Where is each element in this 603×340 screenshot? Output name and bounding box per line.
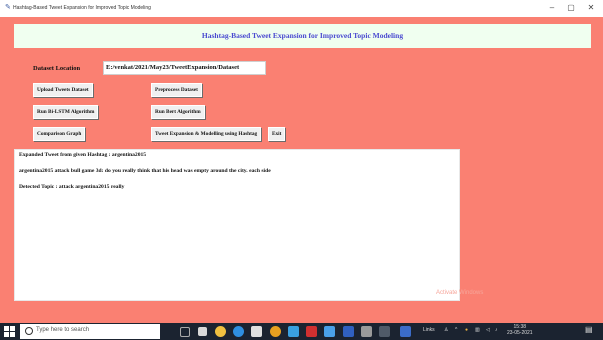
people-icon[interactable]: ♙ [444, 327, 448, 333]
tweet-expansion-button[interactable]: Tweet Expansion & Modelling using Hashta… [151, 127, 262, 141]
windows-start-icon[interactable] [4, 326, 15, 337]
feather-icon: ✎ [5, 4, 11, 11]
output-line-expanded: Expanded Tweet from given Hashtag : arge… [19, 152, 147, 158]
links-toolbar[interactable]: Links [423, 327, 435, 333]
acrobat-icon[interactable] [306, 326, 317, 337]
speaker-icon[interactable]: ♪ [495, 327, 498, 333]
clock-date: 23-05-2021 [507, 330, 533, 336]
mail-icon[interactable] [288, 326, 299, 337]
search-placeholder: Type here to search [36, 327, 90, 333]
maximize-button[interactable]: ▢ [562, 2, 580, 14]
preprocess-button[interactable]: Preprocess Dataset [151, 83, 202, 97]
edge-icon[interactable] [233, 326, 244, 337]
python-icon[interactable] [343, 326, 354, 337]
minimize-button[interactable]: – [543, 2, 561, 14]
activate-windows-watermark: Activate Windows [436, 290, 484, 296]
search-icon [25, 327, 33, 335]
store-icon[interactable] [251, 326, 262, 337]
terminal-icon[interactable] [379, 326, 390, 337]
close-button[interactable]: ✕ [582, 2, 600, 14]
dataset-location-label: Dataset Location [33, 62, 81, 75]
window-title: Hashtag-Based Tweet Expansion for Improv… [13, 5, 151, 11]
task-view-icon[interactable] [180, 327, 190, 337]
taskbar: Type here to search Links ♙ ^ ● ▥ ◁ ♪ 15… [0, 323, 603, 340]
clock[interactable]: 15:38 23-05-2021 [507, 324, 533, 336]
output-text-area[interactable]: Expanded Tweet from given Hashtag : arge… [14, 149, 460, 301]
output-line-tweet: argentina2015 attack bull game 3d: do yo… [19, 168, 271, 174]
tray-app-icon[interactable]: ● [465, 327, 468, 333]
window-titlebar: ✎ Hashtag-Based Tweet Expansion for Impr… [0, 0, 603, 17]
settings-icon[interactable] [361, 326, 372, 337]
network-icon[interactable]: ▥ [475, 327, 480, 333]
comparison-graph-button[interactable]: Comparison Graph [33, 127, 86, 141]
chevron-up-icon[interactable]: ^ [455, 327, 457, 333]
run-bilstm-button[interactable]: Run Bi-LSTM Algorithm [33, 105, 99, 119]
chrome-icon[interactable] [270, 326, 281, 337]
file-explorer-icon[interactable] [198, 327, 207, 336]
output-line-topic: Detected Topic : attack argentina2015 re… [19, 184, 125, 190]
taskbar-search-box[interactable]: Type here to search [20, 324, 160, 339]
upload-tweets-button[interactable]: Upload Tweets Dataset [33, 83, 93, 97]
notifications-icon[interactable]: ▤ [585, 325, 593, 334]
run-bert-button[interactable]: Run Bert Algorithm [151, 105, 205, 119]
browser-icon[interactable] [215, 326, 226, 337]
app-icon[interactable] [400, 326, 411, 337]
app-main: Hashtag-Based Tweet Expansion for Improv… [0, 17, 603, 323]
app-header: Hashtag-Based Tweet Expansion for Improv… [14, 24, 591, 48]
dataset-path-field[interactable]: E:/venkat/2021/May23/TweetExpansion/Data… [103, 61, 266, 75]
volume-icon[interactable]: ◁ [486, 327, 490, 333]
notepad-icon[interactable] [324, 326, 335, 337]
exit-button[interactable]: Exit [268, 127, 286, 141]
